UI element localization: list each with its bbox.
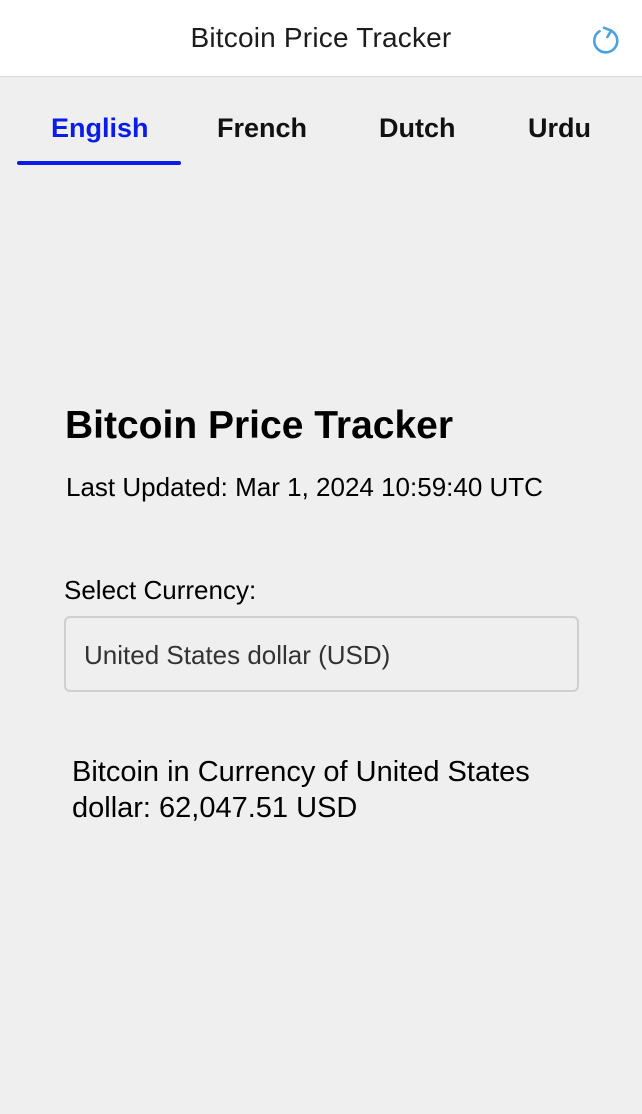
currency-select[interactable]: United States dollar (USD)	[64, 616, 579, 692]
last-updated-text: Last Updated: Mar 1, 2024 10:59:40 UTC	[66, 472, 543, 502]
tab-dutch[interactable]: Dutch	[379, 113, 456, 144]
tab-french[interactable]: French	[217, 113, 307, 144]
nav-title: Bitcoin Price Tracker	[190, 22, 452, 53]
navigation-bar: Bitcoin Price Tracker	[0, 0, 642, 77]
currency-select-value: United States dollar (USD)	[84, 640, 391, 670]
bitcoin-price-result: Bitcoin in Currency of United States dol…	[72, 756, 530, 824]
tab-urdu[interactable]: Urdu	[528, 113, 591, 144]
tab-english[interactable]: English	[51, 113, 149, 144]
currency-select-label: Select Currency:	[64, 575, 257, 605]
active-tab-indicator	[17, 161, 181, 165]
page-title: Bitcoin Price Tracker	[65, 404, 454, 447]
language-tab-bar: English French Dutch Urdu	[0, 77, 642, 169]
refresh-button[interactable]	[588, 22, 624, 58]
refresh-icon	[592, 26, 619, 54]
app-screen: Bitcoin Price Tracker English French Dut…	[0, 0, 642, 1114]
